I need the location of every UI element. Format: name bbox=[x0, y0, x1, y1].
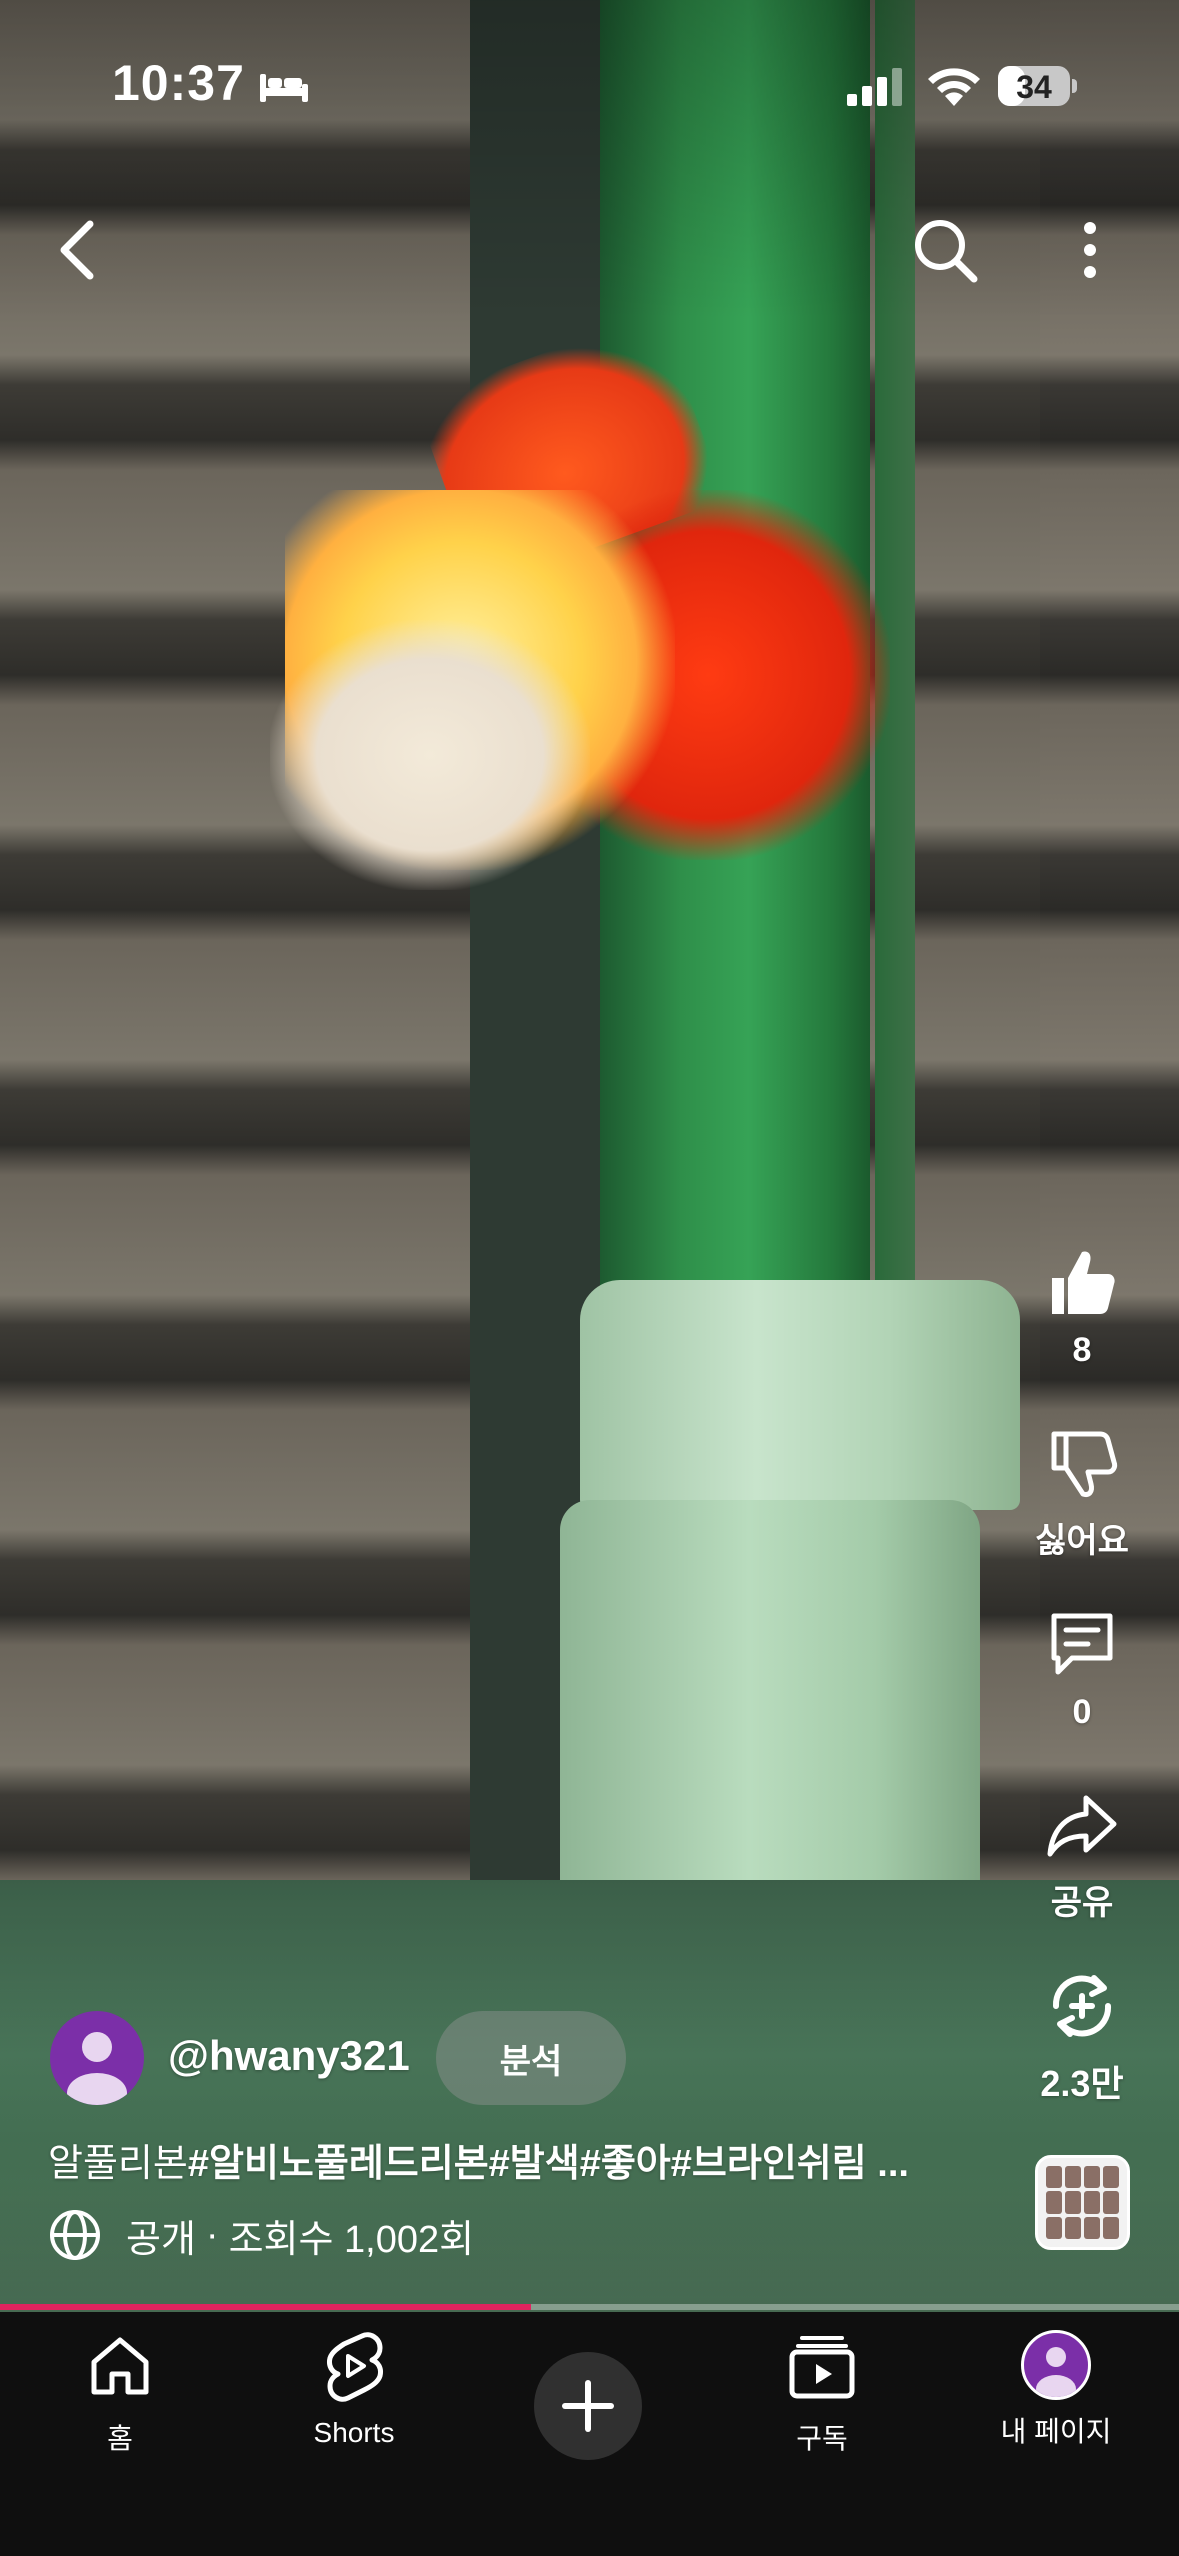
bed-icon bbox=[260, 74, 308, 102]
shorts-icon bbox=[327, 2332, 383, 2402]
comment-icon bbox=[1051, 1613, 1113, 1675]
video-filter-cup-top bbox=[580, 1280, 1020, 1510]
wifi-icon bbox=[928, 68, 980, 106]
comment-button[interactable]: 0 bbox=[1022, 1604, 1142, 1732]
remix-button[interactable]: 2.3만 bbox=[1022, 1966, 1142, 2107]
video-progress-bar[interactable] bbox=[0, 2304, 1179, 2310]
bottom-navigation: 홈 Shorts 구독 내 페이지 bbox=[0, 2312, 1179, 2556]
nav-my-page[interactable]: 내 페이지 bbox=[966, 2330, 1146, 2450]
visibility-label: 공개 bbox=[126, 2218, 196, 2261]
video-player[interactable] bbox=[0, 0, 1179, 2312]
back-button[interactable] bbox=[40, 210, 120, 290]
analyze-button[interactable]: 분석 bbox=[436, 2011, 626, 2105]
channel-handle[interactable]: @hwany321 bbox=[168, 2032, 410, 2080]
dislike-label: 싫어요 bbox=[1035, 1522, 1129, 1560]
video-title-text: 알풀리본 bbox=[48, 2143, 188, 2185]
back-icon bbox=[60, 220, 94, 280]
like-count: 8 bbox=[1072, 1331, 1092, 1369]
avatar-person-icon bbox=[67, 2032, 127, 2105]
more-options-button[interactable] bbox=[1050, 210, 1130, 290]
home-icon bbox=[91, 2337, 149, 2395]
plus-icon bbox=[562, 2380, 614, 2432]
search-button[interactable] bbox=[905, 210, 985, 290]
share-label: 공유 bbox=[1050, 1884, 1114, 1922]
channel-avatar[interactable] bbox=[50, 2011, 144, 2105]
dislike-button[interactable]: 싫어요 bbox=[1022, 1424, 1142, 1562]
meta-separator: · bbox=[205, 2213, 219, 2256]
subscriptions-icon bbox=[789, 2336, 855, 2399]
avatar-person-icon bbox=[1036, 2347, 1076, 2397]
share-icon bbox=[1047, 1795, 1117, 1857]
comment-count: 0 bbox=[1072, 1693, 1092, 1731]
battery-level: 34 bbox=[1016, 69, 1052, 105]
video-title[interactable]: 알풀리본#알비노풀레드리본#발색#좋아#브라인쉬림 ... bbox=[48, 2132, 1008, 2187]
share-button[interactable]: 공유 bbox=[1022, 1786, 1142, 1924]
view-count: 조회수 1,002회 bbox=[228, 2218, 475, 2261]
thumbs-up-icon bbox=[1052, 1251, 1115, 1314]
nav-subscriptions[interactable]: 구독 bbox=[732, 2330, 912, 2457]
signal-icon bbox=[847, 68, 902, 106]
status-time: 10:37 bbox=[112, 55, 245, 111]
video-title-hashtags[interactable]: #알비노풀레드리본#발색#좋아#브라인쉬림 ... bbox=[188, 2143, 909, 2185]
my-avatar bbox=[1021, 2330, 1091, 2400]
search-icon bbox=[915, 220, 978, 283]
nav-home-label: 홈 bbox=[107, 2423, 133, 2454]
video-fish-belly bbox=[270, 620, 590, 890]
globe-icon bbox=[50, 2210, 100, 2260]
nav-create-button[interactable] bbox=[498, 2352, 678, 2460]
nav-home[interactable]: 홈 bbox=[30, 2330, 210, 2457]
video-meta: 공개 · 조회수 1,002회 bbox=[48, 2207, 474, 2263]
battery-icon: 34 bbox=[998, 66, 1077, 106]
status-bar: 10:37 34 bbox=[0, 0, 1179, 170]
nav-subscriptions-label: 구독 bbox=[796, 2423, 848, 2454]
sound-thumbnail[interactable] bbox=[1035, 2155, 1130, 2250]
like-button[interactable]: 8 bbox=[1022, 1242, 1142, 1370]
nav-shorts[interactable]: Shorts bbox=[264, 2330, 444, 2449]
remix-icon bbox=[1052, 1975, 1112, 2037]
more-vertical-icon bbox=[1084, 222, 1096, 278]
nav-my-page-label: 내 페이지 bbox=[1000, 2416, 1112, 2447]
nav-shorts-label: Shorts bbox=[313, 2417, 395, 2448]
remix-count: 2.3만 bbox=[1040, 2063, 1124, 2104]
thumbs-down-icon bbox=[1051, 1431, 1118, 1497]
video-progress-fill bbox=[0, 2304, 531, 2310]
